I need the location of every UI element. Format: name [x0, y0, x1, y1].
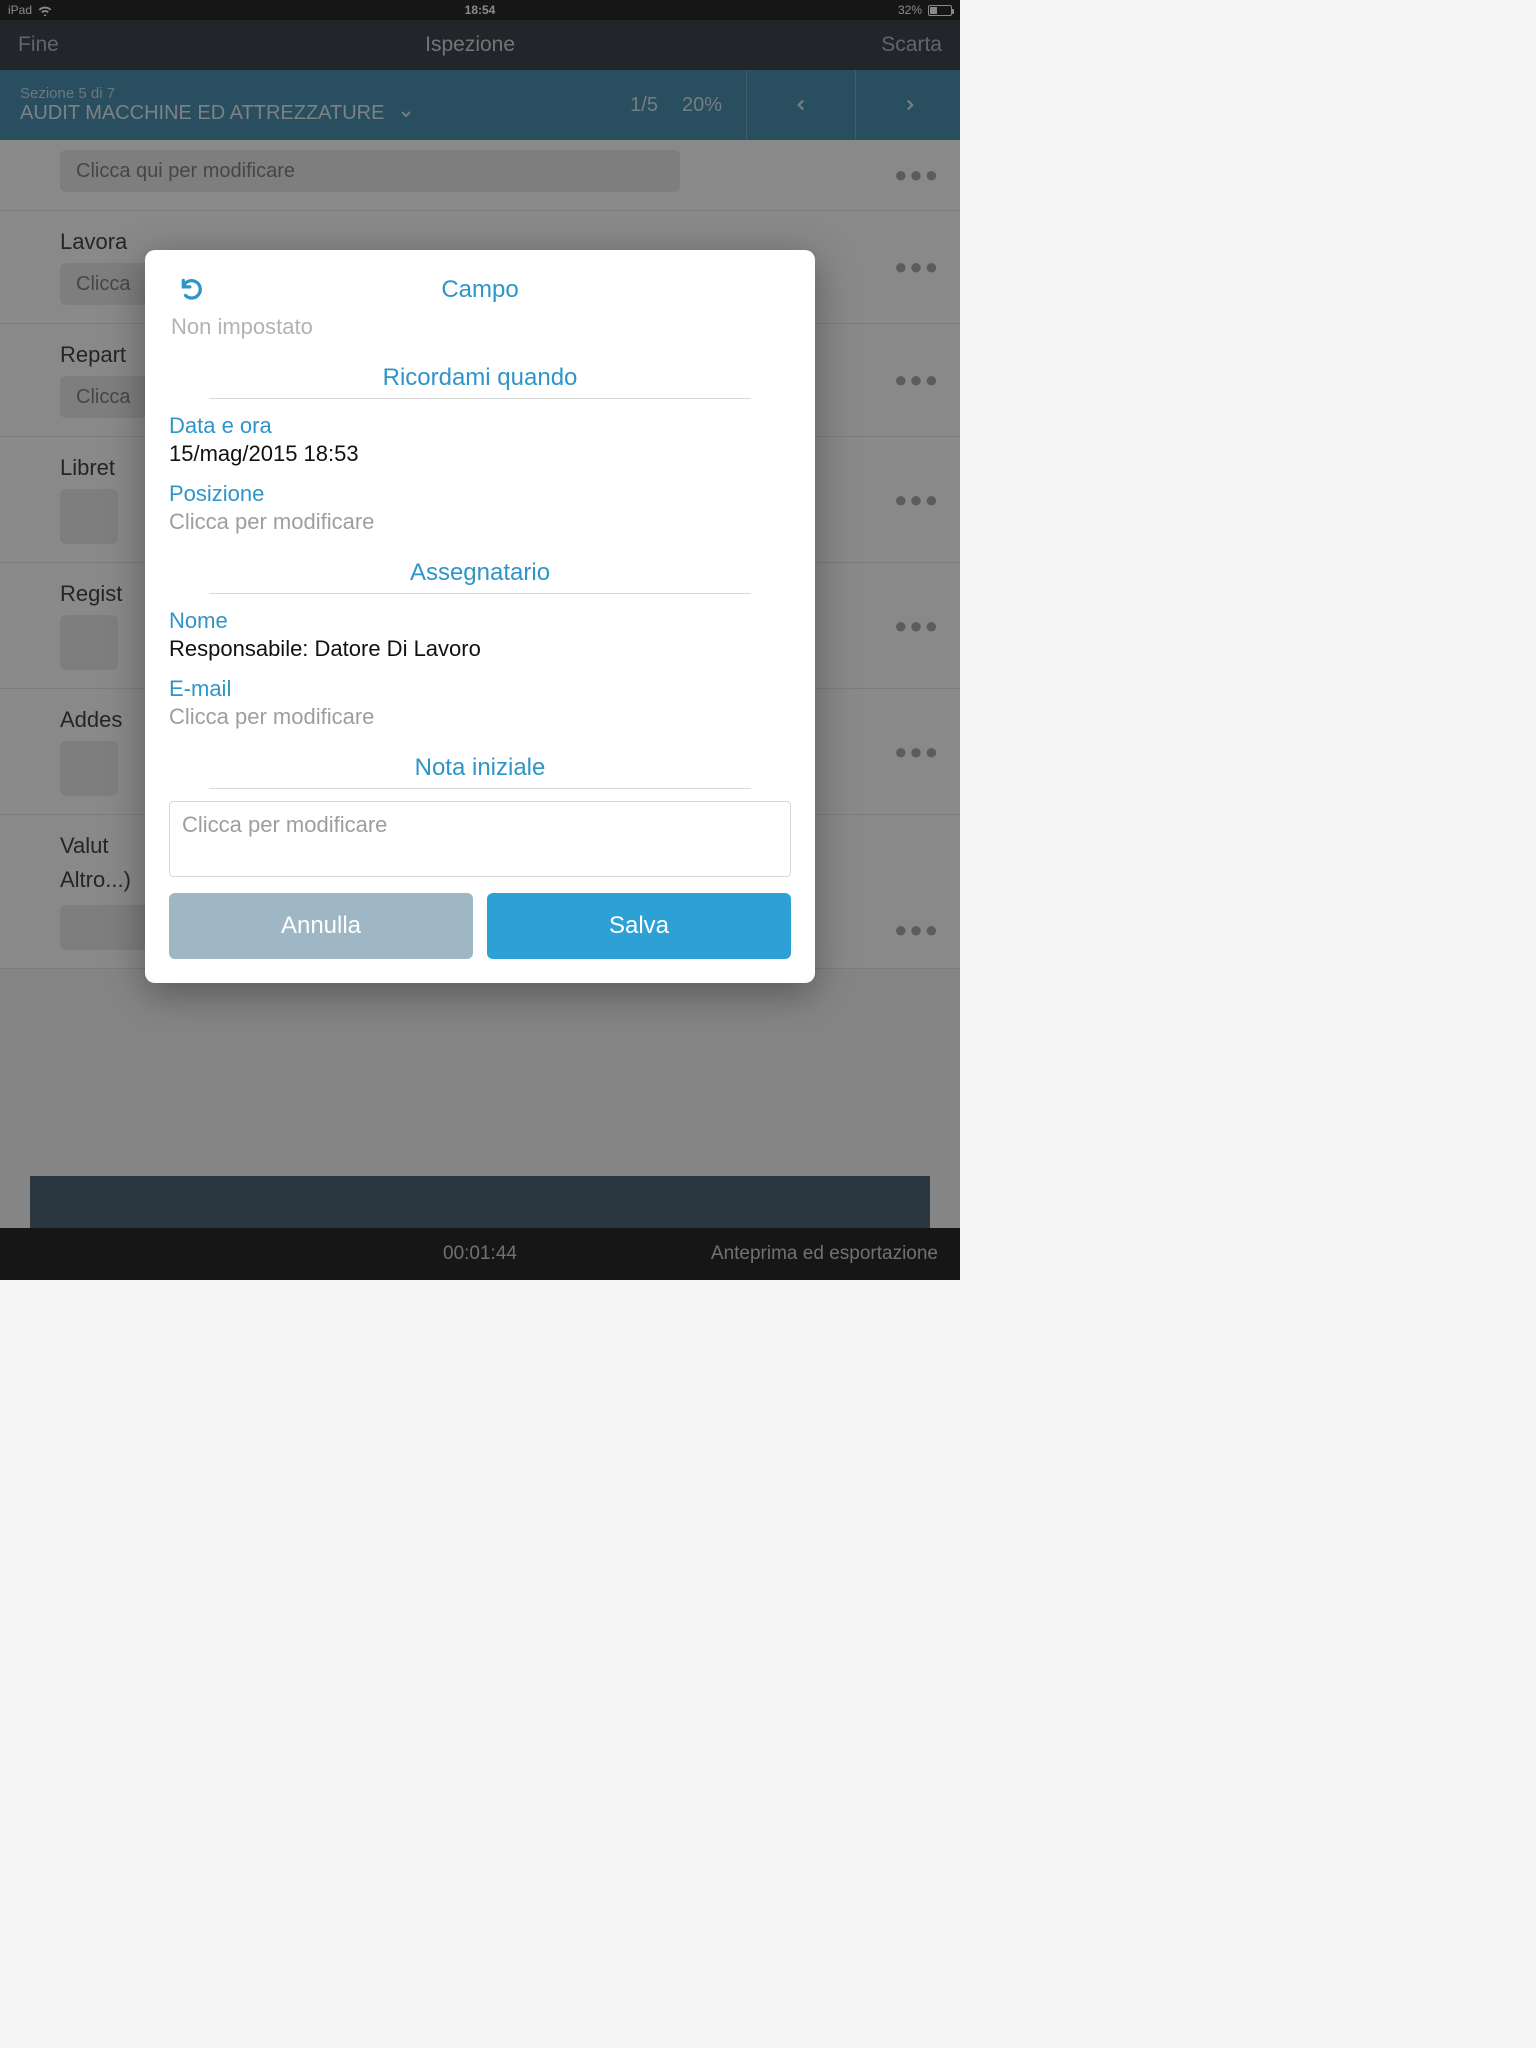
- undo-icon: [179, 276, 205, 302]
- save-button[interactable]: Salva: [487, 893, 791, 959]
- label-datetime: Data e ora: [169, 413, 791, 439]
- section-remind: Ricordami quando: [209, 364, 751, 399]
- value-datetime[interactable]: 15/mag/2015 18:53: [169, 441, 791, 467]
- section-assignee: Assegnatario: [209, 559, 751, 594]
- label-name: Nome: [169, 608, 791, 634]
- cancel-button[interactable]: Annulla: [169, 893, 473, 959]
- section-note: Nota iniziale: [209, 754, 751, 789]
- not-set-label: Non impostato: [169, 314, 791, 340]
- modal-title: Campo: [441, 276, 518, 304]
- input-email[interactable]: Clicca per modificare: [169, 704, 791, 730]
- input-position[interactable]: Clicca per modificare: [169, 509, 791, 535]
- value-name[interactable]: Responsabile: Datore Di Lavoro: [169, 636, 791, 662]
- field-modal: Campo Non impostato Ricordami quando Dat…: [145, 250, 815, 983]
- back-button[interactable]: [179, 276, 205, 307]
- note-input[interactable]: Clicca per modificare: [169, 801, 791, 877]
- label-position: Posizione: [169, 481, 791, 507]
- label-email: E-mail: [169, 676, 791, 702]
